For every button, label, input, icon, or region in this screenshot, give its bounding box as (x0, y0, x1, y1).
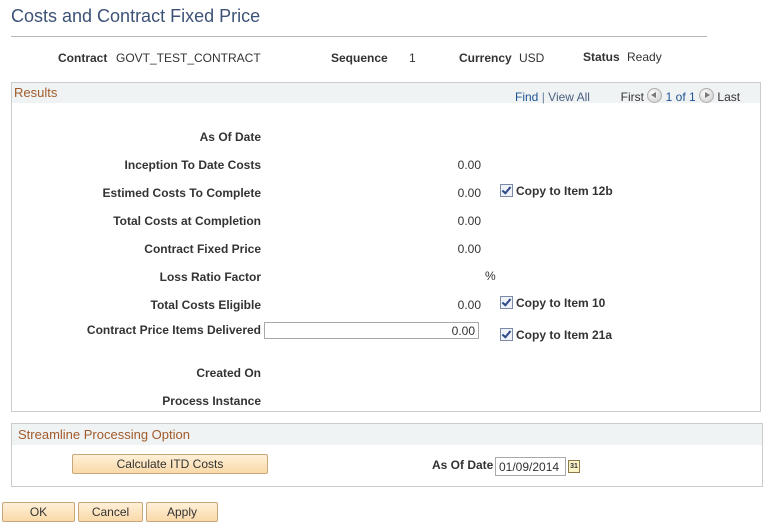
nav-separator: | (541, 90, 545, 104)
page-title: Costs and Contract Fixed Price (11, 6, 261, 26)
loss-ratio-unit: % (485, 269, 496, 283)
find-link[interactable]: Find (515, 90, 538, 104)
loss-ratio-label: Loss Ratio Factor (159, 270, 261, 284)
copy-21a-checkbox[interactable]: Copy to Item 21a (500, 328, 612, 342)
contract-value: GOVT_TEST_CONTRACT (116, 51, 261, 65)
status-label: Status (583, 50, 620, 64)
sequence-label: Sequence (331, 51, 388, 65)
checkbox-checked-icon[interactable] (500, 296, 513, 309)
status-value: Ready (627, 50, 662, 64)
first-label: First (620, 90, 644, 104)
contract-fixed-price-value: 0.00 (457, 242, 481, 256)
copy-12b-checkbox[interactable]: Copy to Item 12b (500, 184, 613, 198)
apply-button[interactable]: Apply (146, 502, 218, 522)
copy-12b-label: Copy to Item 12b (516, 184, 613, 198)
currency-value: USD (519, 51, 545, 65)
streamline-as-of-date-label: As Of Date (432, 458, 494, 472)
results-nav: Find | View All First 1 of 1 Last (515, 88, 740, 104)
estimated-costs-value: 0.00 (457, 186, 481, 200)
total-costs-completion-label: Total Costs at Completion (113, 214, 261, 228)
next-icon[interactable] (699, 88, 715, 103)
ok-button[interactable]: OK (2, 502, 75, 522)
view-all-link[interactable]: View All (548, 90, 590, 104)
created-on-label: Created On (196, 366, 261, 380)
as-of-date-input[interactable] (495, 457, 566, 476)
contract-label: Contract (58, 51, 108, 65)
previous-icon[interactable] (647, 88, 663, 103)
process-instance-label: Process Instance (162, 394, 261, 408)
results-title: Results (14, 85, 58, 100)
currency-label: Currency (459, 51, 512, 65)
page-count: 1 of 1 (665, 90, 696, 104)
copy-21a-label: Copy to Item 21a (516, 328, 613, 342)
copy-10-checkbox[interactable]: Copy to Item 10 (500, 296, 605, 310)
copy-10-label: Copy to Item 10 (516, 296, 606, 310)
as-of-date-label: As Of Date (199, 130, 261, 144)
contract-fixed-price-label: Contract Fixed Price (144, 242, 261, 256)
last-label: Last (717, 90, 741, 104)
streamline-title: Streamline Processing Option (18, 427, 190, 442)
items-delivered-input[interactable] (264, 322, 479, 339)
sequence-value: 1 (409, 51, 416, 65)
cancel-button[interactable]: Cancel (78, 502, 143, 522)
total-costs-eligible-label: Total Costs Eligible (150, 298, 261, 312)
title-divider (11, 36, 707, 37)
checkbox-checked-icon[interactable] (500, 328, 513, 341)
itd-costs-value: 0.00 (457, 158, 481, 172)
results-panel-header: Results Find | View All First 1 of 1 Las… (12, 83, 760, 104)
total-costs-eligible-value: 0.00 (457, 298, 481, 312)
calendar-icon[interactable]: 31 (568, 460, 580, 473)
calculate-itd-costs-button[interactable]: Calculate ITD Costs (72, 454, 268, 474)
itd-costs-label: Inception To Date Costs (124, 158, 261, 172)
total-costs-completion-value: 0.00 (457, 214, 481, 228)
streamline-panel-header: Streamline Processing Option (12, 424, 762, 445)
items-delivered-label: Contract Price Items Delivered (86, 323, 261, 337)
checkbox-checked-icon[interactable] (500, 184, 513, 197)
estimated-costs-label: Estimed Costs To Complete (102, 186, 261, 200)
